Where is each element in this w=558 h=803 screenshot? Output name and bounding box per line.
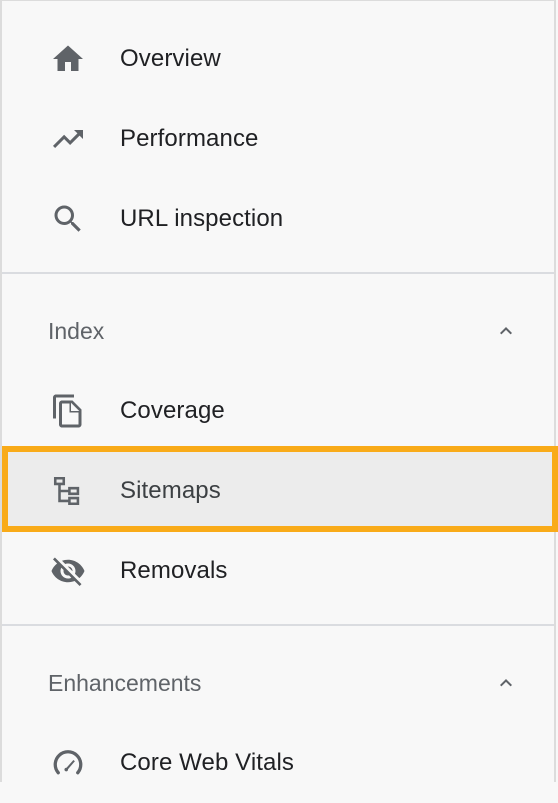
nav-item-coverage[interactable]: Coverage <box>2 371 554 451</box>
nav-item-sitemaps[interactable]: Sitemaps <box>2 451 554 531</box>
speedometer-icon <box>48 743 88 783</box>
chevron-up-icon[interactable] <box>494 319 518 343</box>
nav-item-performance[interactable]: Performance <box>2 99 554 179</box>
nav-item-label: Core Web Vitals <box>120 749 295 776</box>
nav-item-label: Performance <box>120 125 259 152</box>
nav-item-url-inspection[interactable]: URL inspection <box>2 179 554 259</box>
section-header-index[interactable]: Index <box>2 301 554 361</box>
nav-item-core-web-vitals[interactable]: Core Web Vitals <box>2 723 554 803</box>
section-header-enhancements[interactable]: Enhancements <box>2 653 554 713</box>
navigation-sidebar: Overview Performance URL inspection Inde… <box>0 0 558 782</box>
section-divider <box>2 624 554 626</box>
section-title: Enhancements <box>48 669 202 696</box>
search-icon <box>48 199 88 239</box>
home-icon <box>48 39 88 79</box>
section-divider <box>2 272 554 274</box>
nav-item-label: URL inspection <box>120 205 284 232</box>
nav-item-removals[interactable]: Removals <box>2 531 554 611</box>
chevron-up-icon[interactable] <box>494 671 518 695</box>
nav-item-label: Sitemaps <box>120 477 221 504</box>
sitemap-icon <box>48 471 88 511</box>
eye-off-icon <box>48 551 88 591</box>
nav-item-label: Removals <box>120 557 228 584</box>
nav-item-label: Coverage <box>120 397 225 424</box>
nav-item-label: Overview <box>120 45 221 72</box>
section-title: Index <box>48 317 105 344</box>
nav-item-overview[interactable]: Overview <box>2 19 554 99</box>
trending-up-icon <box>48 119 88 159</box>
copy-pages-icon <box>48 391 88 431</box>
